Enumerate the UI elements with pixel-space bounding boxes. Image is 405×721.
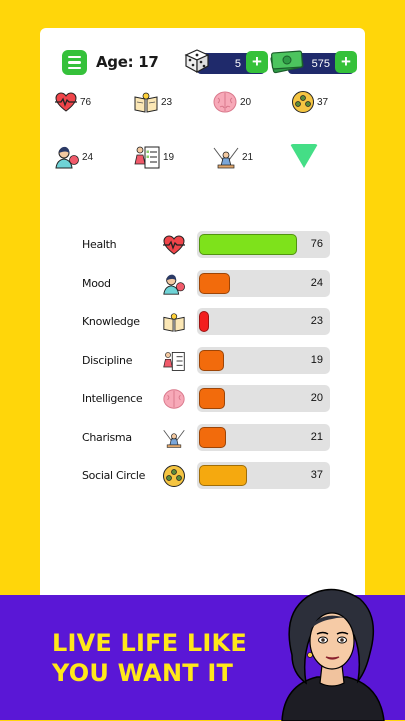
stat-bar-track: 20 — [197, 385, 330, 412]
mood-person-icon — [162, 272, 186, 296]
add-money-button[interactable]: + — [335, 51, 357, 73]
stat-row-discipline: Discipline 19 — [82, 346, 330, 375]
social-circle-icon — [162, 464, 186, 488]
stat-row-charisma: Charisma 21 — [82, 423, 330, 452]
stat-value: 37 — [310, 469, 323, 481]
stat-bar-track: 24 — [197, 269, 330, 297]
stat-label: Mood — [82, 276, 111, 290]
stat-bar-fill — [199, 465, 247, 486]
promo-banner: LIVE LIFE LIKE YOU WANT IT — [0, 588, 405, 721]
character-avatar — [281, 588, 385, 721]
stat-value: 19 — [310, 353, 323, 366]
stat-bar-fill — [199, 388, 225, 409]
stat-bar-fill — [199, 272, 230, 294]
stat-bar-track: 76 — [197, 231, 330, 258]
quick-stat-value: 19 — [163, 151, 175, 163]
dice-count: 5 — [234, 57, 241, 70]
stat-label: Intelligence — [82, 392, 143, 405]
money-amount: 575 — [311, 57, 330, 70]
stat-bar-fill — [199, 234, 297, 255]
stat-bar-fill — [199, 311, 209, 332]
stat-row-social-circle: Social Circle 37 — [82, 462, 330, 490]
slogan-line-1: LIVE LIFE LIKE — [52, 629, 247, 657]
stat-row-mood: Mood 24 — [82, 269, 330, 298]
quick-stat-intelligence: 20 — [212, 90, 251, 114]
mood-person-icon — [55, 146, 79, 169]
quick-stat-knowledge: 23 — [133, 90, 172, 114]
stat-value: 21 — [310, 430, 323, 443]
checklist-icon — [134, 146, 160, 169]
brain-icon — [162, 387, 186, 411]
stat-row-intelligence: Intelligence 20 — [82, 385, 330, 413]
menu-line — [68, 55, 81, 59]
add-dice-button[interactable]: + — [246, 51, 268, 73]
stat-row-knowledge: Knowledge 23 — [82, 308, 330, 336]
stat-label: Discipline — [82, 353, 133, 367]
spotlight-icon — [162, 426, 186, 450]
stat-value: 20 — [310, 392, 323, 404]
quick-stat-health: 76 — [54, 90, 91, 114]
menu-line — [68, 66, 81, 70]
stat-row-health: Health 76 — [82, 231, 330, 259]
brain-icon — [213, 91, 237, 113]
social-circle-icon — [292, 91, 314, 113]
stat-label: Charisma — [82, 430, 132, 444]
quick-stat-charisma: 21 — [212, 144, 253, 170]
stat-value: 76 — [310, 238, 323, 250]
stat-bar-track: 37 — [197, 462, 330, 489]
top-bar: Age: 17 5 + 575 + — [62, 49, 357, 78]
menu-button[interactable] — [62, 50, 87, 75]
quick-stat-value: 24 — [82, 151, 94, 163]
checklist-icon — [162, 349, 186, 373]
stat-bar-track: 19 — [197, 346, 330, 374]
quick-stat-value: 20 — [240, 96, 252, 108]
heart-pulse-icon — [55, 92, 77, 112]
stat-value: 24 — [310, 276, 323, 289]
cash-icon — [270, 50, 304, 74]
quick-stat-value: 23 — [161, 96, 173, 108]
stat-label: Health — [82, 238, 117, 251]
dice-icon — [184, 49, 210, 74]
stat-bar-track: 23 — [197, 308, 330, 335]
quick-stat-value: 21 — [242, 151, 254, 163]
stats-card: Age: 17 5 + 575 + 76 23 20 37 24 19 21 H… — [40, 28, 365, 628]
stat-label: Knowledge — [82, 315, 140, 328]
quick-stat-value: 37 — [317, 96, 329, 108]
stat-value: 23 — [310, 315, 323, 327]
quick-stat-social: 37 — [291, 90, 328, 114]
open-book-icon — [162, 310, 186, 334]
quick-stat-value: 76 — [80, 96, 92, 108]
slogan: LIVE LIFE LIKE YOU WANT IT — [52, 628, 247, 688]
slogan-line-2: YOU WANT IT — [52, 659, 234, 687]
heart-pulse-icon — [162, 233, 186, 257]
menu-line — [68, 61, 81, 64]
stat-label: Social Circle — [82, 469, 146, 482]
stat-bar-fill — [199, 426, 226, 448]
stat-bar-fill — [199, 349, 224, 371]
quick-stat-mood: 24 — [54, 144, 93, 170]
open-book-icon — [134, 92, 158, 113]
quick-stat-discipline: 19 — [133, 144, 174, 170]
spotlight-icon — [213, 147, 239, 169]
age-label: Age: 17 — [96, 53, 159, 71]
stat-bar-track: 21 — [197, 423, 330, 451]
collapse-arrow-icon[interactable] — [290, 144, 318, 168]
